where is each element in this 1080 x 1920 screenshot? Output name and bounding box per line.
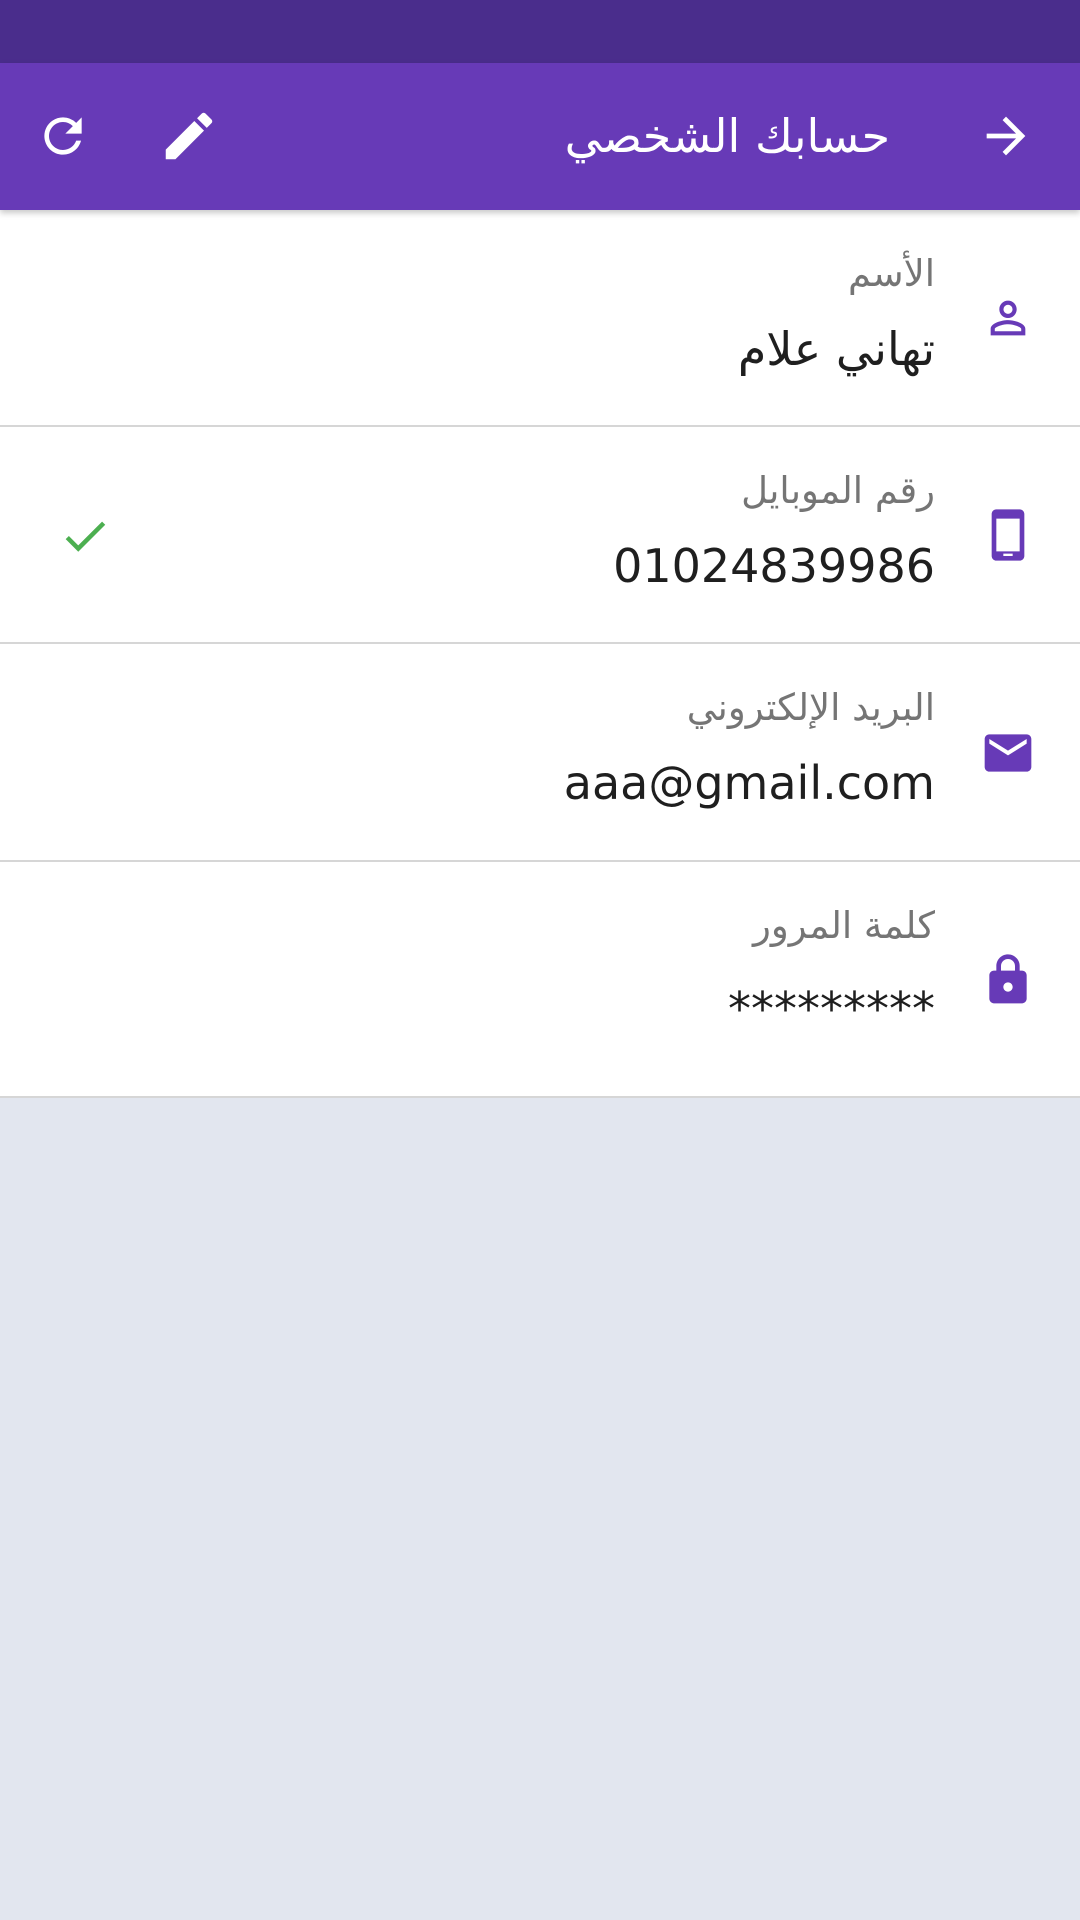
profile-card: الأسم تهاني علام رقم الموبايل 0102483998…: [0, 210, 1080, 1098]
mobile-row[interactable]: رقم الموبايل 01024839986: [0, 427, 1080, 644]
pencil-icon: [165, 112, 213, 160]
phone-icon: [972, 499, 1044, 571]
lock-icon: [972, 944, 1044, 1016]
status-bar: [0, 0, 1080, 63]
refresh-button[interactable]: [17, 90, 109, 182]
person-icon: [972, 282, 1044, 354]
edit-button[interactable]: [143, 90, 235, 182]
email-icon: [972, 717, 1044, 789]
name-value: تهاني علام: [737, 322, 935, 376]
name-row[interactable]: الأسم تهاني علام: [0, 210, 1080, 427]
mobile-value: 01024839986: [613, 539, 935, 593]
password-row[interactable]: كلمة المرور *********: [0, 862, 1080, 1098]
name-label: الأسم: [847, 252, 935, 295]
email-label: البريد الإلكتروني: [686, 686, 935, 729]
password-label: كلمة المرور: [753, 904, 935, 947]
back-button[interactable]: [960, 90, 1052, 182]
email-row[interactable]: البريد الإلكتروني aaa@gmail.com: [0, 644, 1080, 862]
refresh-icon: [44, 117, 82, 155]
mobile-label: رقم الموبايل: [741, 469, 935, 512]
email-value: aaa@gmail.com: [563, 756, 935, 810]
arrow-forward-icon: [986, 116, 1026, 156]
app-bar: حسابك الشخصي: [0, 63, 1080, 210]
page-title: حسابك الشخصي: [564, 109, 890, 163]
check-icon: [58, 509, 112, 563]
password-value: *********: [728, 982, 935, 1036]
